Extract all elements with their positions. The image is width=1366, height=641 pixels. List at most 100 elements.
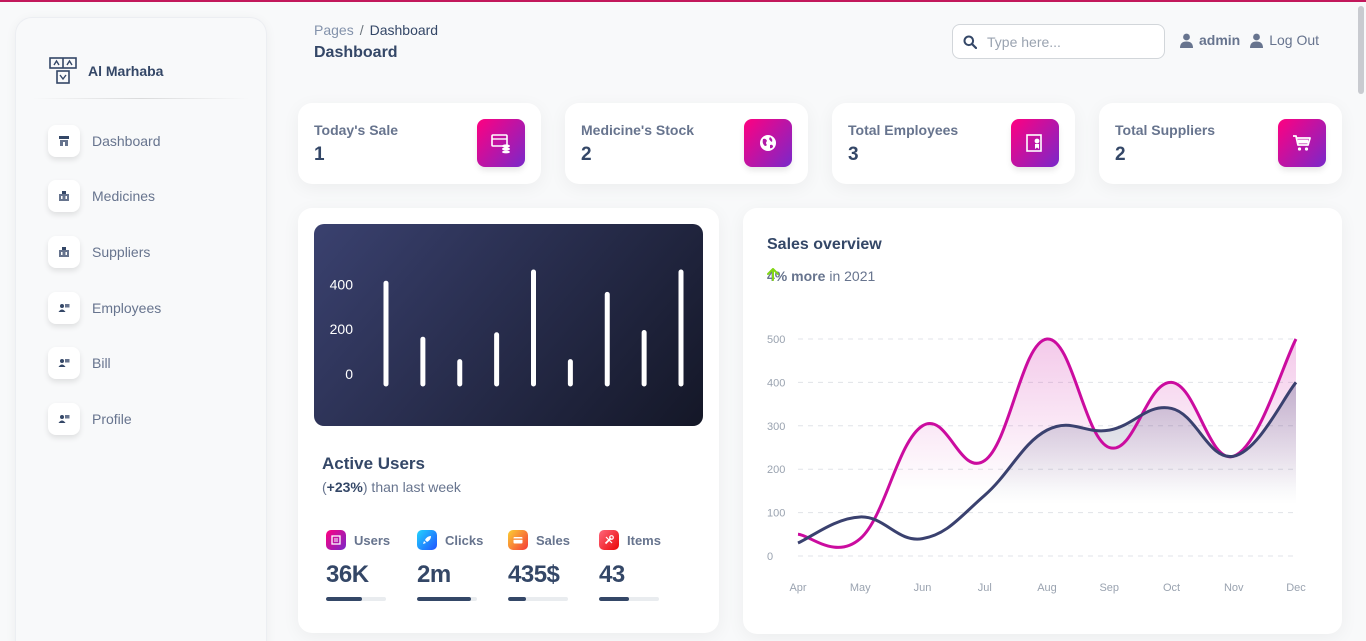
active-users-subtitle: (+23%) than last week [322, 479, 461, 495]
sidebar-item-label: Dashboard [92, 132, 161, 149]
sales-overview-card: Sales overview 4% more in 2021 0 100 200 30… [743, 208, 1342, 634]
stat-title: Total Suppliers [1115, 122, 1216, 138]
stat-card-total-suppliers: Total Suppliers 2 [1099, 103, 1342, 184]
active-users-title: Active Users [322, 454, 426, 473]
x-tick-label: Apr [789, 582, 806, 594]
y-tick-label: 0 [345, 366, 353, 382]
metric-value: 43 [599, 561, 625, 588]
y-tick-label: 300 [767, 421, 785, 433]
metric-label: Clicks [445, 532, 484, 548]
x-tick-label: Jun [914, 582, 932, 594]
progress-bar [599, 597, 659, 601]
x-tick-label: May [850, 582, 871, 594]
subtitle-rest: ) than last week [362, 479, 461, 495]
sidebar-item-label: Employees [92, 299, 162, 316]
sidebar-item-employees[interactable]: Employees [16, 280, 266, 336]
metric-value: 36K [326, 561, 369, 588]
breadcrumb: Pages / Dashboard [314, 22, 438, 38]
search-box[interactable] [952, 24, 1165, 59]
paper-diploma-icon [1011, 119, 1059, 167]
stat-value: 3 [848, 144, 859, 165]
stat-card-total-employees: Total Employees 3 [832, 103, 1075, 184]
stat-title: Total Employees [848, 122, 959, 138]
brand[interactable]: Al Marhaba [16, 18, 266, 98]
user-card-icon [48, 347, 80, 380]
x-tick-label: Aug [1037, 582, 1057, 594]
y-tick-label: 200 [767, 464, 785, 476]
x-tick-label: Oct [1163, 582, 1180, 594]
library-icon [326, 530, 346, 550]
metric-clicks: Clicks 2m [417, 530, 497, 601]
x-tick-label: Jul [978, 582, 992, 594]
stat-value: 2 [1115, 144, 1126, 165]
active-users-card: 0 200 400 Active Users (+23%) than last we… [298, 208, 719, 633]
metric-items: Items 43 [599, 530, 679, 601]
y-tick-label: 400 [330, 276, 354, 292]
y-tick-label: 400 [767, 377, 785, 389]
sales-overview-chart: 0 100 200 300 400 500 Apr May Jun Jul Aug Sep Oct Nov… [767, 334, 1306, 594]
user-card-icon [48, 402, 80, 435]
username[interactable]: admin [1199, 32, 1240, 48]
sidebar-item-label: Profile [92, 410, 132, 427]
y-tick-label: 500 [767, 334, 785, 346]
page-title: Dashboard [314, 44, 398, 61]
cart-icon [1278, 119, 1326, 167]
y-tick-label: 100 [767, 508, 785, 520]
sidebar-item-dashboard[interactable]: Dashboard [16, 113, 266, 169]
progress-fill [508, 597, 526, 601]
stat-title: Today's Sale [314, 122, 398, 138]
sidebar-item-bill[interactable]: Bill [16, 335, 266, 391]
sidebar-item-label: Medicines [92, 188, 156, 205]
sidebar-item-medicines[interactable]: Medicines [16, 169, 266, 225]
world-icon [744, 119, 792, 167]
stat-value: 1 [314, 144, 325, 165]
x-tick-label: Sep [1099, 582, 1119, 594]
stat-card-todays-sale: Today's Sale 1 [298, 103, 541, 184]
logout-link[interactable]: Log Out [1269, 32, 1319, 48]
sidebar-item-label: Suppliers [92, 243, 151, 260]
credit-card-icon [508, 530, 528, 550]
metric-value: 435$ [508, 561, 560, 588]
user-icon [1250, 33, 1264, 48]
scrollbar[interactable] [1358, 6, 1364, 94]
brand-name: Al Marhaba [88, 63, 164, 79]
sidebar-item-profile[interactable]: Profile [16, 391, 266, 447]
sidebar-nav: Dashboard Medicines Suppliers Employees … [16, 99, 266, 447]
progress-bar [508, 597, 568, 601]
metric-value: 2m [417, 561, 451, 588]
sidebar: Al Marhaba Dashboard Medicines Suppliers [16, 18, 266, 641]
user-menu: admin Log Out [1180, 32, 1319, 48]
y-tick-label: 200 [330, 321, 354, 337]
progress-fill [326, 597, 362, 601]
metric-users: Users 36K [326, 530, 406, 601]
x-tick-label: Nov [1224, 582, 1244, 594]
metric-label: Sales [536, 532, 570, 548]
search-icon [963, 35, 977, 49]
tools-icon [599, 530, 619, 550]
breadcrumb-separator: / [359, 22, 364, 38]
rocket-icon [417, 530, 437, 550]
active-users-change: +23% [326, 479, 363, 495]
progress-fill [417, 597, 471, 601]
y-tick-label: 0 [767, 551, 773, 563]
office-icon [48, 180, 80, 213]
office-icon [48, 235, 80, 268]
active-users-bar-chart: 0 200 400 [314, 224, 703, 426]
stat-value: 2 [581, 144, 592, 165]
stat-card-medicines-stock: Medicine's Stock 2 [565, 103, 808, 184]
progress-bar [326, 597, 386, 601]
progress-fill [599, 597, 629, 601]
money-coins-icon [477, 119, 525, 167]
progress-bar [417, 597, 477, 601]
sidebar-item-suppliers[interactable]: Suppliers [16, 224, 266, 280]
user-icon [1180, 33, 1193, 48]
metric-label: Users [354, 532, 391, 548]
breadcrumb-parent[interactable]: Pages [314, 22, 354, 38]
stat-title: Medicine's Stock [581, 122, 695, 138]
shop-icon [48, 124, 80, 157]
search-input[interactable] [987, 33, 1147, 50]
sidebar-item-label: Bill [92, 355, 111, 372]
user-card-icon [48, 291, 80, 324]
metric-label: Items [627, 532, 661, 548]
metric-sales: Sales 435$ [508, 530, 588, 601]
